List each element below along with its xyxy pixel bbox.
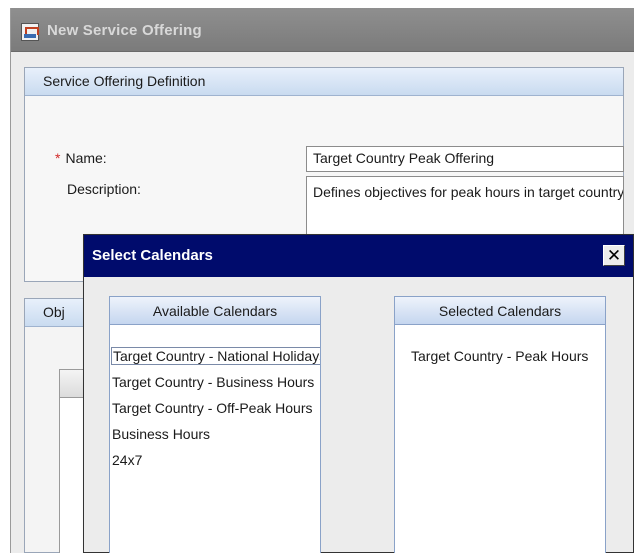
- dialog-title: Select Calendars: [92, 247, 213, 264]
- available-calendars-header: Available Calendars: [110, 297, 320, 325]
- close-icon[interactable]: ✕: [603, 245, 625, 266]
- name-label: Name:: [65, 150, 107, 166]
- description-label: Description:: [67, 181, 141, 197]
- available-calendars-list[interactable]: Available Calendars Target Country - Nat…: [109, 296, 321, 553]
- name-label-group: * Name:: [55, 150, 107, 166]
- main-titlebar: New Service Offering: [11, 8, 634, 52]
- java-app-icon: [21, 23, 39, 41]
- select-calendars-dialog: Select Calendars ✕ Available Calendars T…: [83, 234, 634, 553]
- selected-calendars-list[interactable]: Selected Calendars Target Country - Peak…: [394, 296, 606, 553]
- available-calendar-item[interactable]: Business Hours: [110, 423, 320, 449]
- available-calendar-item[interactable]: Target Country - Off-Peak Hours: [110, 397, 320, 423]
- selected-calendar-item[interactable]: Target Country - Peak Hours: [395, 345, 605, 371]
- window-title: New Service Offering: [47, 22, 202, 39]
- description-field[interactable]: Defines objectives for peak hours in tar…: [306, 176, 624, 236]
- available-calendar-item[interactable]: Target Country - Business Hours: [110, 371, 320, 397]
- dialog-titlebar: Select Calendars ✕: [84, 235, 633, 277]
- selected-calendars-header: Selected Calendars: [395, 297, 605, 325]
- required-marker: *: [55, 150, 61, 166]
- available-calendar-item[interactable]: Target Country - National Holidays: [110, 345, 320, 371]
- available-calendar-item[interactable]: 24x7: [110, 449, 320, 475]
- definition-panel-header: Service Offering Definition: [25, 68, 623, 96]
- name-field[interactable]: Target Country Peak Offering: [306, 146, 624, 172]
